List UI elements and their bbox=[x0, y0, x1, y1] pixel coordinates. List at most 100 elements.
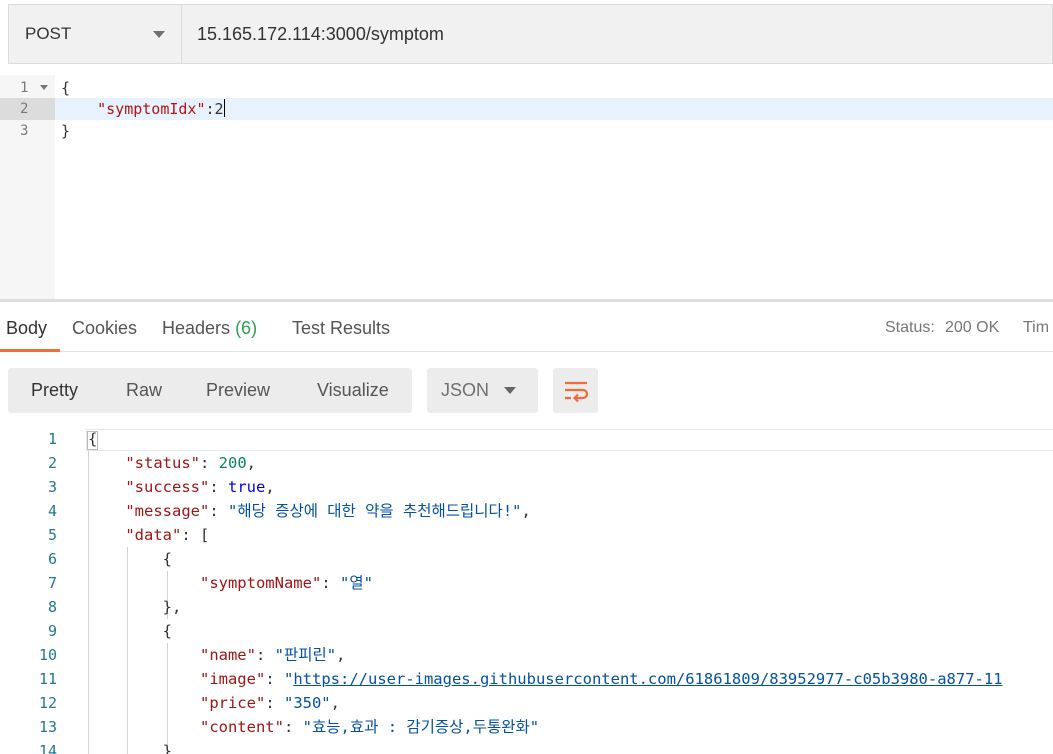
json-value: "350" bbox=[283, 694, 331, 712]
json-key: "status" bbox=[125, 454, 200, 472]
view-preview-button[interactable]: Preview bbox=[206, 380, 270, 401]
json-key: "symptomName" bbox=[199, 574, 322, 592]
line-number: 12 bbox=[38, 694, 57, 712]
json-key: "price" bbox=[199, 694, 266, 712]
json-value: true bbox=[228, 478, 266, 496]
line-code: "status": 200, bbox=[88, 451, 256, 475]
json-value: 200 bbox=[218, 454, 247, 472]
format-label: JSON bbox=[441, 380, 490, 400]
line-code: { bbox=[61, 79, 71, 97]
response-tabs: Body Cookies Headers (6) Test Results St… bbox=[0, 302, 1053, 352]
response-line: 12 "price": "350", bbox=[0, 691, 1053, 715]
json-punctuation: , bbox=[336, 646, 346, 664]
line-code: "symptomIdx":2 bbox=[61, 98, 225, 120]
json-punctuation: : bbox=[265, 670, 284, 688]
line-code: "name": "판피린", bbox=[88, 643, 345, 667]
tab-cookies[interactable]: Cookies bbox=[72, 318, 137, 339]
json-punctuation: : bbox=[321, 574, 340, 592]
line-number: 7 bbox=[47, 574, 57, 592]
view-visualize-button[interactable]: Visualize bbox=[317, 380, 389, 401]
tab-headers-label: Headers bbox=[162, 318, 231, 338]
url-input[interactable]: 15.165.172.114:3000/symptom bbox=[182, 5, 1052, 63]
json-punctuation: }, bbox=[88, 598, 182, 616]
json-value: "효능,효과 : 감기증상,두통완화" bbox=[302, 718, 540, 736]
json-punctuation: : bbox=[255, 646, 275, 664]
line-code: "content": "효능,효과 : 감기증상,두통완화" bbox=[88, 715, 539, 739]
method-select[interactable]: POST bbox=[9, 5, 182, 63]
request-url-bar: POST 15.165.172.114:3000/symptom bbox=[8, 4, 1053, 64]
wrap-lines-button[interactable] bbox=[553, 368, 598, 413]
line-code: }, bbox=[88, 595, 182, 619]
line-code: "success": true, bbox=[88, 475, 275, 499]
json-punctuation bbox=[88, 646, 200, 664]
tab-body[interactable]: Body bbox=[6, 318, 47, 339]
json-punctuation bbox=[88, 502, 125, 520]
line-code: { bbox=[88, 427, 97, 451]
line-number: 6 bbox=[47, 550, 57, 568]
fold-arrow-icon[interactable] bbox=[40, 85, 48, 90]
tab-test-results[interactable]: Test Results bbox=[292, 318, 390, 339]
line-number: 5 bbox=[47, 526, 57, 544]
format-select[interactable]: JSON bbox=[427, 368, 538, 413]
json-punctuation bbox=[88, 454, 125, 472]
json-punctuation: , bbox=[330, 694, 340, 712]
text-cursor bbox=[223, 99, 225, 117]
request-body-editor[interactable]: 1 { 2 "symptomIdx":2 3 } bbox=[0, 75, 1053, 300]
line-code: "symptomName": "열" bbox=[88, 571, 373, 595]
response-line: 14 } bbox=[0, 739, 1053, 754]
response-line: 9 { bbox=[0, 619, 1053, 643]
json-punctuation bbox=[88, 574, 200, 592]
json-separator: : bbox=[205, 100, 215, 118]
time-label: Tim bbox=[1023, 319, 1050, 336]
editor-line: 1 { bbox=[0, 77, 1053, 99]
json-punctuation: , bbox=[521, 502, 531, 520]
json-punctuation: , bbox=[265, 478, 275, 496]
json-value: "판피린" bbox=[274, 646, 337, 664]
json-punctuation bbox=[88, 526, 125, 544]
chevron-down-icon bbox=[153, 30, 165, 38]
line-number: 2 bbox=[0, 98, 55, 120]
headers-count-badge: (6) bbox=[235, 318, 258, 338]
json-punctuation bbox=[88, 670, 200, 688]
line-code: { bbox=[88, 619, 172, 643]
wrap-lines-icon bbox=[564, 381, 588, 402]
line-code: "message": "해당 증상에 대한 약을 추천해드립니다!", bbox=[88, 499, 531, 523]
view-pretty-button[interactable]: Pretty bbox=[31, 380, 78, 401]
line-number: 10 bbox=[38, 646, 57, 664]
json-value: "열" bbox=[339, 574, 373, 592]
response-line: 8 }, bbox=[0, 595, 1053, 619]
view-raw-button[interactable]: Raw bbox=[126, 380, 162, 401]
line-number: 4 bbox=[47, 502, 57, 520]
line-number: 11 bbox=[38, 670, 57, 688]
json-key: "symptomIdx" bbox=[97, 100, 206, 118]
line-number: 3 bbox=[47, 478, 57, 496]
line-code: } bbox=[88, 739, 172, 754]
line-number: 13 bbox=[38, 718, 57, 736]
json-punctuation: : bbox=[209, 502, 228, 520]
json-punctuation: : [ bbox=[181, 526, 210, 544]
response-line: 4 "message": "해당 증상에 대한 약을 추천해드립니다!", bbox=[0, 499, 1053, 523]
response-body-viewer[interactable]: 1{2 "status": 200, 3 "success": true, 4 "m… bbox=[0, 427, 1053, 754]
json-punctuation: : bbox=[265, 694, 284, 712]
method-label: POST bbox=[25, 24, 72, 43]
json-link[interactable]: https://user-images.githubusercontent.co… bbox=[293, 670, 1002, 688]
json-punctuation: { bbox=[88, 622, 172, 640]
line-code: "price": "350", bbox=[88, 691, 340, 715]
status-value[interactable]: 200 OK bbox=[945, 319, 999, 337]
response-line: 7 "symptomName": "열" bbox=[0, 571, 1053, 595]
json-key: "name" bbox=[199, 646, 256, 664]
response-line: 10 "name": "판피린", bbox=[0, 643, 1053, 667]
json-key: "data" bbox=[125, 526, 182, 544]
tab-headers[interactable]: Headers (6) bbox=[162, 318, 257, 339]
response-line: 1{ bbox=[0, 427, 1053, 451]
editor-line-active: 2 "symptomIdx":2 bbox=[0, 98, 1053, 120]
json-punctuation: , bbox=[246, 454, 256, 472]
line-code: { bbox=[88, 547, 172, 571]
json-punctuation: : bbox=[199, 454, 219, 472]
json-key: "message" bbox=[125, 502, 210, 520]
json-value: " bbox=[283, 670, 294, 688]
json-punctuation: { bbox=[88, 550, 172, 568]
response-line: 3 "success": true, bbox=[0, 475, 1053, 499]
line-number: 3 bbox=[20, 123, 29, 139]
response-line: 13 "content": "효능,효과 : 감기증상,두통완화" bbox=[0, 715, 1053, 739]
